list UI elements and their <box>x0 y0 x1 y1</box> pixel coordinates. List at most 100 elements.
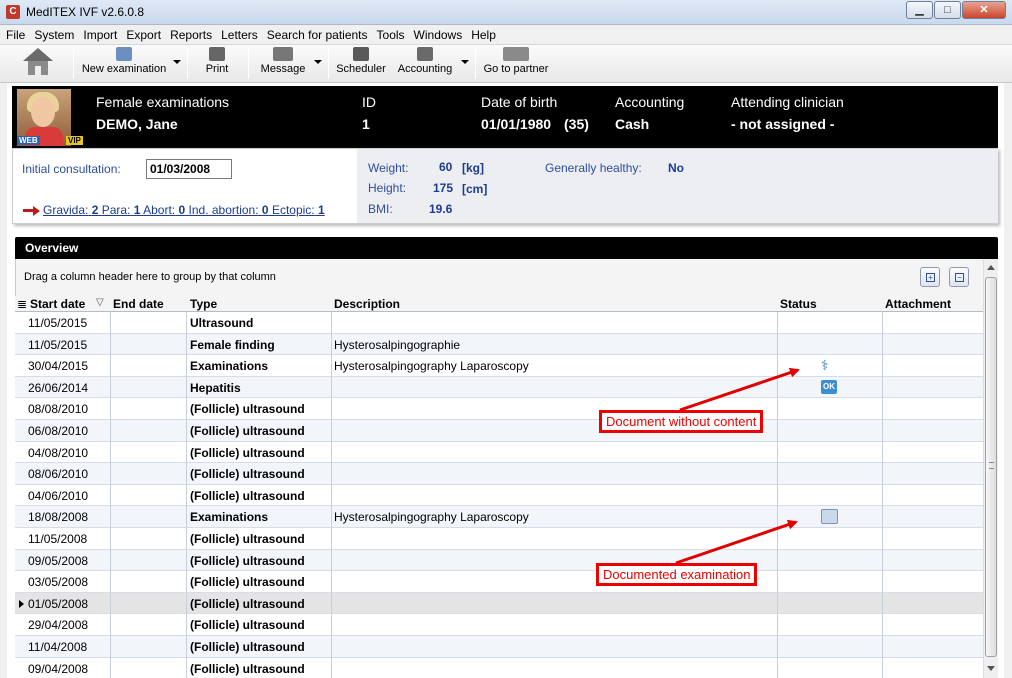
type-cell: (Follicle) ultrasound <box>190 423 305 438</box>
menu-file[interactable]: File <box>6 28 25 42</box>
patient-age: (35) <box>564 116 589 132</box>
minimize-button[interactable]: ▁ <box>906 1 933 19</box>
documented-stethoscope-icon[interactable] <box>821 509 838 525</box>
maximize-button[interactable]: □ <box>934 1 961 19</box>
table-row[interactable]: 08/06/2010 (Follicle) ultrasound <box>15 463 983 485</box>
scroll-up-icon[interactable] <box>987 265 995 270</box>
menu-system[interactable]: System <box>34 28 74 42</box>
new-examination-button[interactable]: New examination <box>80 47 168 81</box>
column-description[interactable]: Description <box>334 297 400 311</box>
column-status[interactable]: Status <box>780 297 817 311</box>
table-row[interactable]: 11/05/2008 (Follicle) ultrasound <box>15 528 983 550</box>
patient-info-panel: Initial consultation: 01/03/2008 Gravida… <box>12 148 998 224</box>
table-row[interactable]: 11/05/2015 Female finding Hysterosalpingog… <box>15 333 983 356</box>
table-row[interactable]: 09/05/2008 (Follicle) ultrasound <box>15 549 983 572</box>
start-date-cell: 29/04/2008 <box>28 618 89 633</box>
menu-bar: File System Import Export Reports Letter… <box>0 25 1012 45</box>
start-date-cell: 30/04/2015 <box>28 359 89 374</box>
table-row[interactable]: 26/06/2014 Hepatitis OK <box>15 376 983 399</box>
menu-reports[interactable]: Reports <box>170 28 212 42</box>
collapse-all-button[interactable]: − <box>949 267 969 287</box>
menu-import[interactable]: Import <box>83 28 117 42</box>
obstetric-history-link[interactable]: Gravida: 2 Para: 1 Abort: 0 Ind. abortio… <box>43 203 325 217</box>
grid-header: ≣ Start date ▽ End date Type Description… <box>15 296 983 312</box>
accounting-icon <box>417 47 433 61</box>
web-badge: WEB <box>17 136 40 145</box>
table-row[interactable]: 09/04/2008 (Follicle) ultrasound <box>15 658 983 678</box>
menu-tools[interactable]: Tools <box>377 28 405 42</box>
table-row[interactable]: 30/04/2015 Examinations Hysterosalpingogra… <box>15 355 983 377</box>
stethoscope-icon[interactable]: ⚕ <box>821 358 837 372</box>
menu-search-for-patients[interactable]: Search for patients <box>267 28 368 42</box>
message-dropdown[interactable] <box>314 60 322 64</box>
accounting-dropdown[interactable] <box>461 60 469 64</box>
column-divider <box>186 312 187 678</box>
table-row[interactable]: 03/05/2008 (Follicle) ultrasound <box>15 571 983 593</box>
print-button[interactable]: Print <box>196 47 238 81</box>
patient-type-label: Female examinations <box>96 94 230 110</box>
message-button[interactable]: Message <box>256 47 310 81</box>
new-examination-icon <box>116 47 132 61</box>
description-cell: Hysterosalpingographie <box>334 337 461 352</box>
table-row[interactable]: 08/08/2010 (Follicle) ultrasound <box>15 398 983 420</box>
new-examination-label: New examination <box>81 63 167 75</box>
type-cell: (Follicle) ultrasound <box>190 553 305 568</box>
column-chooser-icon[interactable]: ≣ <box>17 297 27 311</box>
start-date-cell: 09/04/2008 <box>28 661 89 676</box>
accounting-label: Accounting <box>397 63 453 75</box>
vertical-scrollbar[interactable] <box>983 259 998 678</box>
home-button[interactable] <box>20 46 56 80</box>
partner-arrow-icon <box>503 47 529 61</box>
table-row[interactable]: 18/08/2008 Examinations Hysterosalpingogra… <box>15 506 983 528</box>
height-value: 175 <box>433 181 454 195</box>
start-date-cell: 06/08/2010 <box>28 423 89 438</box>
table-row[interactable]: 06/08/2010 (Follicle) ultrasound <box>15 419 983 442</box>
start-date-cell: 04/08/2010 <box>28 445 89 460</box>
type-cell: (Follicle) ultrasound <box>190 467 305 482</box>
accounting-button[interactable]: Accounting <box>395 47 455 81</box>
scheduler-button[interactable]: Scheduler <box>334 47 388 81</box>
annotation-document-without-content: Document without content <box>599 410 764 433</box>
table-row[interactable]: 11/04/2008 (Follicle) ultrasound <box>15 635 983 658</box>
group-by-panel[interactable]: Drag a column header here to group by th… <box>15 259 983 296</box>
scroll-down-icon[interactable] <box>987 666 995 671</box>
expand-all-button[interactable]: + <box>920 267 940 287</box>
window-title: MedITEX IVF v2.6.0.8 <box>26 5 145 19</box>
menu-export[interactable]: Export <box>126 28 161 42</box>
annotation-documented-examination: Documented examination <box>596 563 758 586</box>
window-right-border <box>1004 83 1012 678</box>
column-end-date[interactable]: End date <box>113 297 164 311</box>
generally-healthy-value: No <box>668 161 684 175</box>
home-icon <box>23 48 53 76</box>
column-divider <box>110 312 111 678</box>
scrollbar-thumb[interactable] <box>985 277 997 657</box>
close-button[interactable]: ✕ <box>962 1 1006 19</box>
column-attachment[interactable]: Attachment <box>885 297 951 311</box>
column-start-date[interactable]: Start date <box>30 297 85 311</box>
type-cell: Examinations <box>190 510 269 525</box>
menu-help[interactable]: Help <box>471 28 496 42</box>
examination-list: 11/05/2015 Ultrasound 11/05/2015 Female fin… <box>15 312 983 678</box>
sort-descending-icon[interactable]: ▽ <box>96 297 104 308</box>
menu-windows[interactable]: Windows <box>414 28 463 42</box>
table-row[interactable]: 04/08/2010 (Follicle) ultrasound <box>15 442 983 464</box>
table-row[interactable]: 29/04/2008 (Follicle) ultrasound <box>15 614 983 636</box>
menu-letters[interactable]: Letters <box>221 28 258 42</box>
toolbar-separator <box>248 49 249 79</box>
id-label: ID <box>362 94 376 110</box>
initial-consultation-label: Initial consultation: <box>22 162 121 176</box>
table-row[interactable]: 04/06/2010 (Follicle) ultrasound <box>15 485 983 507</box>
type-cell: (Follicle) ultrasound <box>190 618 305 633</box>
type-cell: Examinations <box>190 359 269 374</box>
bmi-value: 19.6 <box>429 202 453 216</box>
initial-consultation-field[interactable]: 01/03/2008 <box>146 159 232 179</box>
column-type[interactable]: Type <box>190 297 217 311</box>
ok-icon[interactable]: OK <box>821 379 837 394</box>
patient-header: WEB VIP Female examinations DEMO, Jane I… <box>12 86 998 148</box>
table-row[interactable]: 01/05/2008 (Follicle) ultrasound <box>15 592 983 615</box>
new-examination-dropdown[interactable] <box>173 60 181 64</box>
table-row[interactable]: 11/05/2015 Ultrasound <box>15 312 983 334</box>
current-row-indicator-icon <box>19 599 24 608</box>
toolbar-separator <box>328 49 329 79</box>
go-to-partner-button[interactable]: Go to partner <box>483 47 549 81</box>
